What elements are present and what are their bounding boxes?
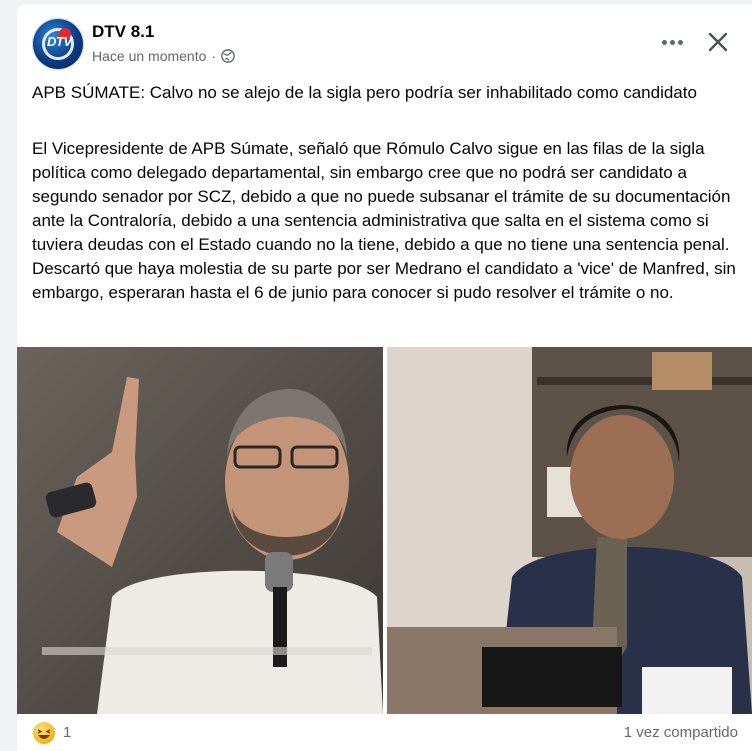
- post-title: APB SÚMATE: Calvo no se alejo de la sigl…: [32, 83, 697, 102]
- close-icon[interactable]: [705, 29, 731, 55]
- photo-man-at-desk[interactable]: [387, 347, 752, 714]
- avatar-logo-text: DTV: [47, 34, 72, 49]
- more-dot: [661, 39, 667, 45]
- post-body: El Vicepresidente de APB Súmate, señaló …: [32, 139, 736, 302]
- more-dot: [669, 39, 675, 45]
- globe-icon: [221, 49, 235, 63]
- more-options-icon[interactable]: [659, 31, 685, 53]
- page-name[interactable]: DTV 8.1: [92, 22, 154, 42]
- share-count[interactable]: 1 vez compartido: [624, 724, 738, 741]
- photo-man-with-microphone[interactable]: [17, 347, 383, 714]
- meta-separator: ·: [211, 48, 217, 64]
- more-dot: [677, 39, 683, 45]
- page-avatar[interactable]: DTV: [33, 19, 83, 69]
- reaction-count[interactable]: 1: [63, 724, 71, 741]
- post-card: DTV DTV 8.1 Hace un momento · APB SÚMATE…: [17, 5, 752, 751]
- haha-reaction-icon[interactable]: [33, 722, 55, 744]
- post-timestamp[interactable]: Hace un momento: [92, 48, 206, 64]
- post-photos: [17, 347, 752, 714]
- post-meta: Hace un momento ·: [92, 48, 235, 64]
- post-header: DTV DTV 8.1 Hace un momento ·: [17, 5, 752, 75]
- post-footer: 1 1 vez compartido: [17, 714, 752, 751]
